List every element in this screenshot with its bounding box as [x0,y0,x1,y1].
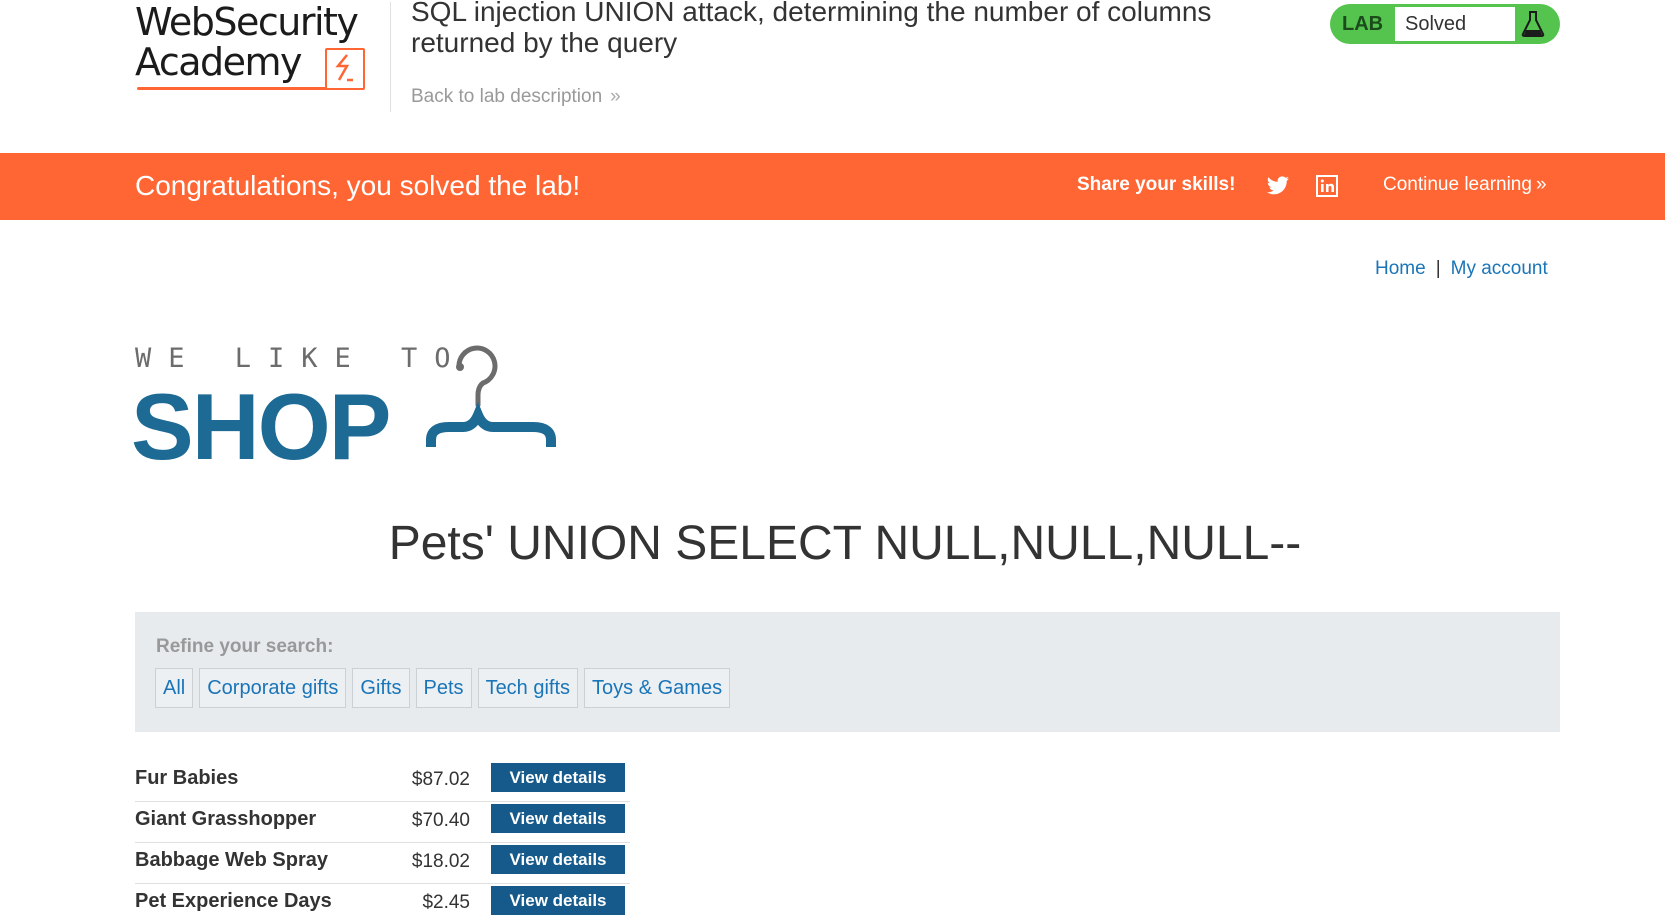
product-price: $70.40 [411,810,470,831]
shop-logo-tagline: WE LIKE TO [135,343,468,374]
twitter-icon[interactable] [1266,175,1290,202]
solved-banner: Congratulations, you solved the lab! Sha… [0,153,1665,220]
product-price: $87.02 [411,769,470,790]
category-filter-all[interactable]: All [155,668,194,708]
continue-learning-label: Continue learning [1383,174,1532,195]
view-details-button[interactable]: View details [491,886,625,915]
view-details-button[interactable]: View details [491,763,625,792]
flask-icon [1520,10,1546,43]
nav-separator: | [1435,258,1441,279]
table-row: Pet Experience Days $2.45 View details [135,884,630,924]
double-chevron-right-icon: » [610,86,621,107]
academy-header: WebSecurity Academy SQL injection UNION … [0,0,1665,153]
shop-logo: WE LIKE TO SHOP [131,343,585,479]
category-filter-toys-games[interactable]: Toys & Games [584,668,731,708]
table-row: Babbage Web Spray $18.02 View details [135,843,630,884]
product-table: Fur Babies $87.02 View details Giant Gra… [135,761,630,924]
lab-badge-label: LAB [1342,13,1384,35]
lab-title: SQL injection UNION attack, determining … [411,0,1212,58]
view-details-button[interactable]: View details [491,804,625,833]
product-price: $18.02 [411,851,470,872]
back-to-lab-description-link[interactable]: Back to lab description » [411,86,621,108]
table-row: Giant Grasshopper $70.40 View details [135,802,630,843]
web-security-academy-logo[interactable]: WebSecurity Academy [135,2,385,94]
category-filter-gifts[interactable]: Gifts [352,668,410,708]
category-filter-tech-gifts[interactable]: Tech gifts [477,668,579,708]
logo-text-line1: WebSecurity [135,0,359,44]
category-filter-list: All Corporate gifts Gifts Pets Tech gift… [155,668,736,708]
product-price: $2.45 [422,892,470,913]
lab-status-text: Solved [1395,7,1515,41]
congratulations-message: Congratulations, you solved the lab! [135,170,581,201]
category-filter-corporate-gifts[interactable]: Corporate gifts [199,668,347,708]
category-filter-panel: Refine your search: All Corporate gifts … [135,612,1560,732]
header-divider [390,2,391,112]
home-link[interactable]: Home [1375,258,1426,279]
table-row: Fur Babies $87.02 View details [135,761,630,802]
clothes-hanger-icon [423,345,573,460]
my-account-link[interactable]: My account [1451,258,1548,279]
search-results-heading: Pets' UNION SELECT NULL,NULL,NULL-- [388,517,1302,570]
linkedin-icon[interactable] [1316,175,1338,202]
back-link-label: Back to lab description [411,86,603,107]
logo-underline [137,87,327,90]
view-details-button[interactable]: View details [491,845,625,874]
refine-search-label: Refine your search: [156,636,334,657]
lab-status-badge: LAB Solved [1330,4,1560,44]
category-filter-pets[interactable]: Pets [415,668,472,708]
shop-logo-word: SHOP [131,374,391,479]
share-skills-label: Share your skills! [1077,174,1236,195]
logo-lightning-icon [325,48,365,90]
double-chevron-right-icon: » [1535,174,1547,195]
continue-learning-link[interactable]: Continue learning» [1383,174,1547,196]
top-nav-links: Home | My account [1375,258,1548,280]
